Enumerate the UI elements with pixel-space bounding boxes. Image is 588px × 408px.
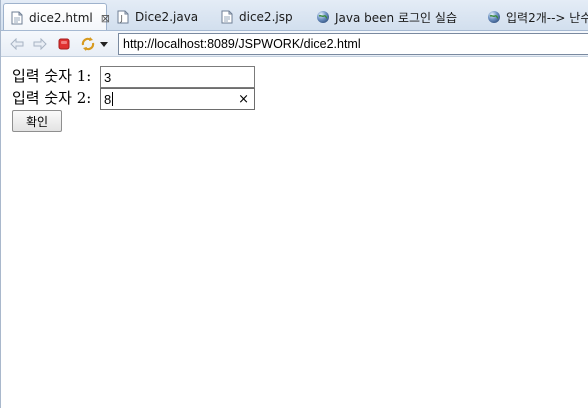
svg-text:J: J — [120, 14, 123, 23]
back-arrow-icon[interactable] — [9, 36, 25, 52]
browser-window: dice2.html ⊠ J Dice2.java dice2.jsp Java… — [0, 0, 588, 408]
html-file-icon — [11, 11, 23, 25]
stop-icon[interactable] — [56, 36, 72, 52]
tab-input-random[interactable]: 입력2개--> 난수 — [481, 3, 588, 30]
refresh-icon[interactable] — [80, 36, 96, 52]
input2-label: 입력 숫자 2: — [12, 89, 92, 107]
text-caret — [112, 92, 114, 106]
tab-dice2-java[interactable]: J Dice2.java — [110, 3, 214, 30]
forward-arrow-icon[interactable] — [32, 36, 48, 52]
java-file-icon: J — [117, 10, 129, 24]
tab-label: Java been 로그인 실습 — [335, 10, 457, 25]
url-text: http://localhost:8089/JSPWORK/dice2.html — [123, 37, 361, 51]
tab-java-been-login[interactable]: Java been 로그인 실습 — [310, 3, 480, 30]
browser-toolbar: http://localhost:8089/JSPWORK/dice2.html — [1, 31, 588, 57]
number2-input[interactable]: 8 × — [100, 88, 255, 110]
close-tab-icon[interactable]: ⊠ — [101, 13, 110, 24]
number1-value: 3 — [104, 70, 112, 85]
tab-dice2-jsp[interactable]: dice2.jsp — [214, 3, 310, 30]
globe-icon — [317, 11, 329, 23]
number1-input[interactable]: 3 — [100, 66, 255, 88]
editor-tab-bar: dice2.html ⊠ J Dice2.java dice2.jsp Java… — [1, 0, 588, 31]
tab-label: dice2.jsp — [239, 10, 293, 24]
number2-value: 8 — [104, 92, 112, 107]
input1-label: 입력 숫자 1: — [12, 67, 92, 85]
globe-icon — [488, 11, 500, 23]
tab-label: 입력2개--> 난수 — [506, 10, 588, 25]
jsp-file-icon — [221, 10, 233, 24]
url-address-bar[interactable]: http://localhost:8089/JSPWORK/dice2.html — [118, 33, 588, 55]
confirm-button[interactable]: 확인 — [12, 110, 62, 132]
dropdown-arrow-icon[interactable] — [98, 36, 110, 52]
tab-label: Dice2.java — [135, 10, 199, 24]
tab-dice2-html[interactable]: dice2.html ⊠ — [3, 3, 110, 30]
tab-label: dice2.html — [29, 11, 93, 25]
clear-input-icon[interactable]: × — [238, 91, 249, 108]
